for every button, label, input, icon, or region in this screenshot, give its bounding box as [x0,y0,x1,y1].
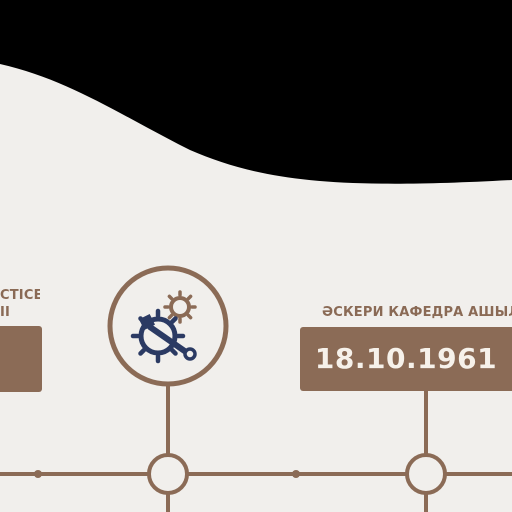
timeline-node [147,453,189,495]
photo-scene [0,0,512,512]
right-date-card [300,327,512,391]
icon-circle [107,265,229,387]
timeline-node [405,453,447,495]
left-date-card [0,326,42,392]
timeline-dot [292,470,300,478]
timeline-dot [34,470,42,478]
